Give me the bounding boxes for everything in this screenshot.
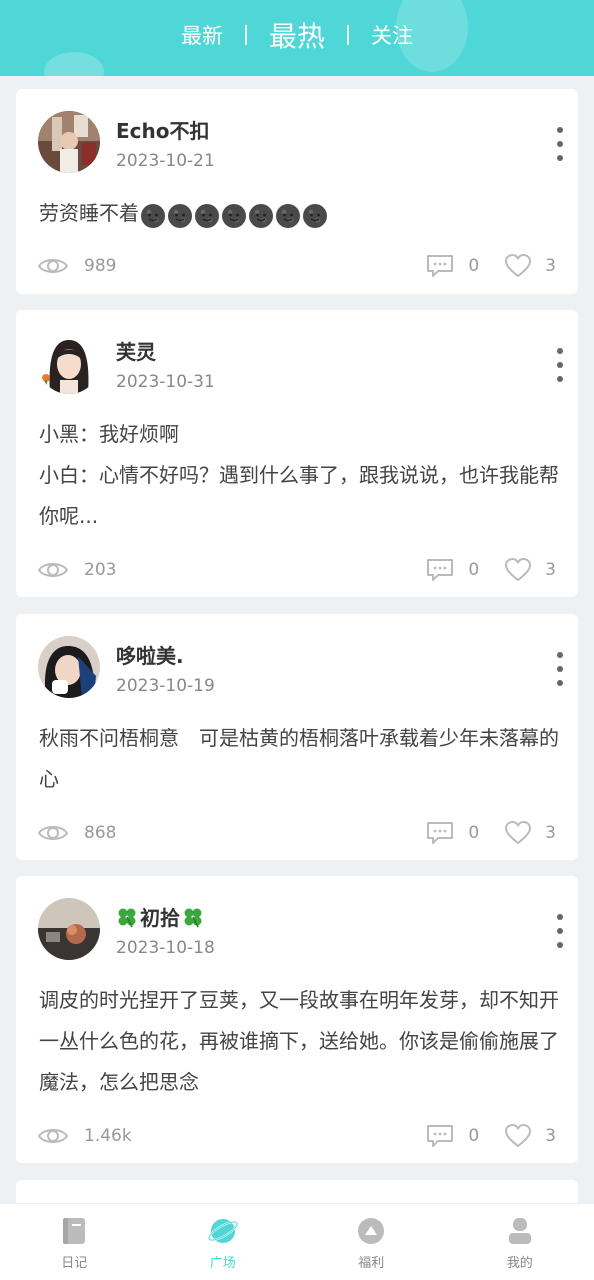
eye-icon bbox=[38, 563, 68, 577]
more-options-icon[interactable] bbox=[556, 348, 564, 382]
avatar[interactable] bbox=[38, 111, 100, 173]
eye-icon bbox=[38, 826, 68, 840]
nav-item-mine[interactable]: 我的 bbox=[446, 1204, 594, 1280]
post-stats: 989 0 3 bbox=[38, 251, 556, 281]
tab-following[interactable]: 关注 bbox=[363, 20, 421, 50]
views-stat: 989 bbox=[38, 256, 116, 276]
new-moon-face-icon bbox=[141, 203, 165, 228]
comment-icon[interactable] bbox=[426, 821, 454, 845]
bottom-nav: 日记 广场 福利 我的 bbox=[0, 1203, 594, 1280]
nav-label: 广场 bbox=[209, 1256, 236, 1271]
post-text: 劳资睡不着 bbox=[39, 201, 139, 225]
post-content[interactable]: 秋雨不问梧桐意 可是枯黄的梧桐落叶承载着少年未落幕的心 bbox=[39, 718, 559, 800]
post-content[interactable]: 劳资睡不着 bbox=[39, 193, 559, 235]
comment-icon[interactable] bbox=[426, 558, 454, 582]
avatar[interactable] bbox=[38, 898, 100, 960]
avatar[interactable] bbox=[38, 636, 100, 698]
views-count: 1.46k bbox=[84, 1126, 132, 1146]
nav-item-diary[interactable]: 日记 bbox=[0, 1204, 149, 1280]
post-card[interactable]: 芙灵 2023-10-31 小黑：我好烦啊 小白：心情不好吗？遇到什么事了，跟我… bbox=[16, 310, 578, 597]
author-name[interactable]: 初拾 bbox=[116, 902, 204, 931]
new-moon-face-icon bbox=[168, 203, 192, 228]
gift-up-icon bbox=[358, 1218, 385, 1244]
nav-label: 日记 bbox=[61, 1256, 88, 1271]
more-options-icon[interactable] bbox=[556, 914, 564, 948]
more-options-icon[interactable] bbox=[556, 652, 564, 686]
new-moon-face-icon bbox=[139, 194, 328, 235]
views-stat: 868 bbox=[38, 823, 116, 843]
post-stats: 868 0 3 bbox=[38, 818, 556, 848]
tab-latest[interactable]: 最新 bbox=[173, 20, 231, 50]
nav-label: 福利 bbox=[358, 1256, 385, 1271]
views-count: 203 bbox=[84, 560, 117, 580]
heart-icon[interactable] bbox=[505, 254, 532, 278]
new-moon-face-icon bbox=[276, 203, 300, 228]
post-date: 2023-10-19 bbox=[116, 676, 215, 696]
engagement-stats: 0 3 bbox=[426, 254, 556, 278]
comments-count: 0 bbox=[468, 823, 480, 843]
heart-icon[interactable] bbox=[505, 1124, 532, 1148]
top-header: 最新 最热 关注 bbox=[0, 0, 594, 76]
engagement-stats: 0 3 bbox=[426, 821, 556, 845]
post-stats: 203 0 3 bbox=[38, 555, 556, 585]
post-content[interactable]: 小黑：我好烦啊 小白：心情不好吗？遇到什么事了，跟我说说，也许我能帮你呢... bbox=[39, 414, 559, 537]
likes-count: 3 bbox=[545, 256, 556, 276]
user-profile-icon bbox=[508, 1218, 531, 1244]
eye-icon bbox=[38, 1129, 68, 1143]
comment-icon[interactable] bbox=[426, 254, 454, 278]
post-content[interactable]: 调皮的时光捏开了豆荚，又一段故事在明年发芽，却不知开一丛什么色的花，再被谁摘下，… bbox=[39, 980, 559, 1103]
author-name[interactable]: 芙灵 bbox=[116, 336, 156, 365]
likes-count: 3 bbox=[545, 560, 556, 580]
new-moon-face-icon bbox=[222, 203, 246, 228]
post-date: 2023-10-18 bbox=[116, 938, 215, 958]
post-date: 2023-10-31 bbox=[116, 372, 215, 392]
nav-item-square[interactable]: 广场 bbox=[149, 1204, 298, 1280]
heart-icon[interactable] bbox=[505, 821, 532, 845]
feed-tabs: 最新 最热 关注 bbox=[0, 0, 594, 70]
views-stat: 1.46k bbox=[38, 1126, 132, 1146]
new-moon-face-icon bbox=[303, 203, 327, 228]
post-stats: 1.46k 0 3 bbox=[38, 1121, 556, 1151]
nav-label: 我的 bbox=[506, 1256, 533, 1271]
post-date: 2023-10-21 bbox=[116, 151, 215, 171]
heart-icon[interactable] bbox=[505, 558, 532, 582]
author-name[interactable]: Echo不扣 bbox=[116, 115, 210, 144]
engagement-stats: 0 3 bbox=[426, 558, 556, 582]
likes-count: 3 bbox=[545, 1126, 556, 1146]
views-count: 868 bbox=[84, 823, 117, 843]
engagement-stats: 0 3 bbox=[426, 1124, 556, 1148]
comments-count: 0 bbox=[468, 560, 480, 580]
diary-book-icon bbox=[63, 1218, 86, 1244]
four-leaf-clover-icon bbox=[184, 908, 202, 927]
post-card[interactable]: 初拾 2023-10-18 调皮的时光捏开了豆荚，又一段故事在明年发芽，却不知开… bbox=[16, 876, 578, 1163]
new-moon-face-icon bbox=[195, 203, 219, 228]
comments-count: 0 bbox=[468, 256, 480, 276]
tab-divider bbox=[244, 25, 247, 45]
planet-icon bbox=[207, 1219, 238, 1243]
tab-hottest[interactable]: 最热 bbox=[261, 15, 333, 55]
eye-icon bbox=[38, 259, 68, 273]
nav-item-benefits[interactable]: 福利 bbox=[297, 1204, 446, 1280]
avatar[interactable] bbox=[38, 332, 100, 394]
views-count: 989 bbox=[84, 256, 117, 276]
four-leaf-clover-icon bbox=[118, 908, 136, 927]
new-moon-face-icon bbox=[249, 203, 273, 228]
more-options-icon[interactable] bbox=[556, 127, 564, 161]
app-page: Echo不扣 2023-10-21 劳资睡不着 989 0 3 芙灵 2023-… bbox=[0, 0, 594, 1280]
post-card[interactable]: 哆啦美. 2023-10-19 秋雨不问梧桐意 可是枯黄的梧桐落叶承载着少年未落… bbox=[16, 614, 578, 860]
tab-divider bbox=[347, 25, 349, 45]
views-stat: 203 bbox=[38, 560, 116, 580]
likes-count: 3 bbox=[545, 823, 556, 843]
comment-icon[interactable] bbox=[426, 1124, 454, 1148]
author-name-text: 初拾 bbox=[140, 906, 180, 930]
post-card[interactable]: Echo不扣 2023-10-21 劳资睡不着 989 0 3 bbox=[16, 89, 578, 294]
comments-count: 0 bbox=[468, 1126, 480, 1146]
author-name[interactable]: 哆啦美. bbox=[116, 640, 184, 669]
